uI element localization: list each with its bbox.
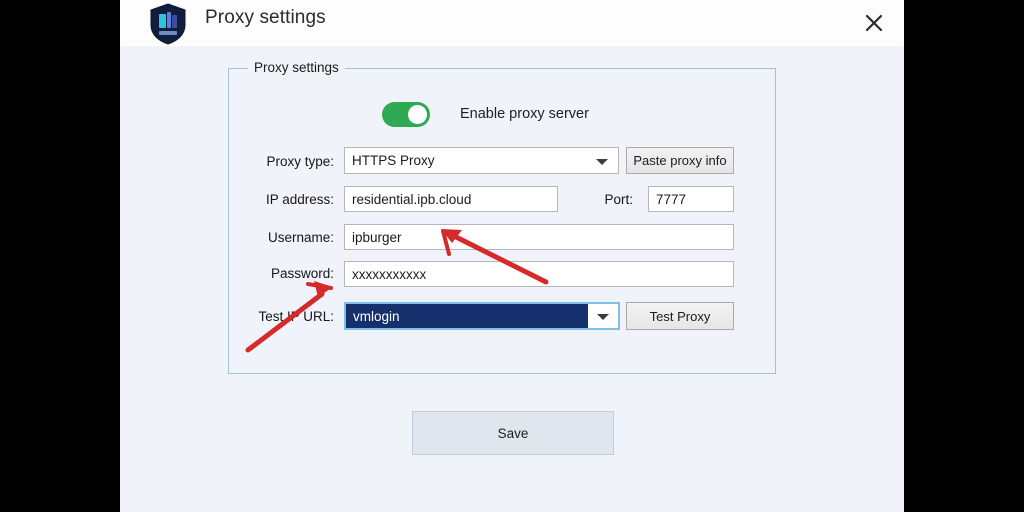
proxy-settings-window: Proxy settings Proxy settings Enable pro…: [120, 0, 904, 512]
enable-proxy-server-row: Enable proxy server: [382, 100, 589, 128]
shield-icon: [148, 3, 188, 45]
chevron-down-icon: [597, 314, 609, 320]
paste-proxy-info-button[interactable]: Paste proxy info: [626, 147, 734, 174]
page-title: Proxy settings: [205, 7, 326, 28]
save-button[interactable]: Save: [412, 411, 614, 455]
proxy-type-value: HTTPS Proxy: [352, 153, 435, 168]
toggle-knob: [408, 104, 427, 124]
groupbox-legend: Proxy settings: [248, 60, 345, 75]
username-input[interactable]: ipburger: [344, 224, 734, 250]
test-proxy-button[interactable]: Test Proxy: [626, 302, 734, 330]
password-value: xxxxxxxxxxx: [352, 266, 427, 282]
port-input[interactable]: 7777: [648, 186, 734, 212]
username-value: ipburger: [352, 229, 402, 245]
close-icon[interactable]: [852, 2, 896, 44]
test-ip-url-label: Test IP URL:: [258, 309, 334, 324]
test-ip-url-dropdown-button[interactable]: [588, 304, 618, 328]
port-value: 7777: [656, 191, 687, 207]
test-ip-url-value: vmlogin: [346, 304, 588, 328]
chevron-down-icon: [596, 158, 608, 165]
screenshot-canvas: Proxy settings Proxy settings Enable pro…: [0, 0, 1024, 512]
port-label: Port:: [604, 192, 633, 207]
proxy-type-combobox[interactable]: HTTPS Proxy: [344, 147, 619, 174]
password-input[interactable]: xxxxxxxxxxx: [344, 261, 734, 287]
ip-address-value: residential.ipb.cloud: [352, 191, 472, 207]
password-label: Password:: [270, 266, 334, 281]
ip-address-label: IP address:: [265, 192, 334, 207]
window-titlebar: Proxy settings: [120, 0, 904, 46]
ip-address-input[interactable]: residential.ipb.cloud: [344, 186, 558, 212]
test-ip-url-combobox[interactable]: vmlogin: [344, 302, 620, 330]
enable-proxy-server-toggle[interactable]: [382, 101, 430, 127]
username-label: Username:: [267, 230, 334, 245]
proxy-type-label: Proxy type:: [266, 154, 334, 169]
enable-proxy-server-label: Enable proxy server: [460, 106, 589, 122]
